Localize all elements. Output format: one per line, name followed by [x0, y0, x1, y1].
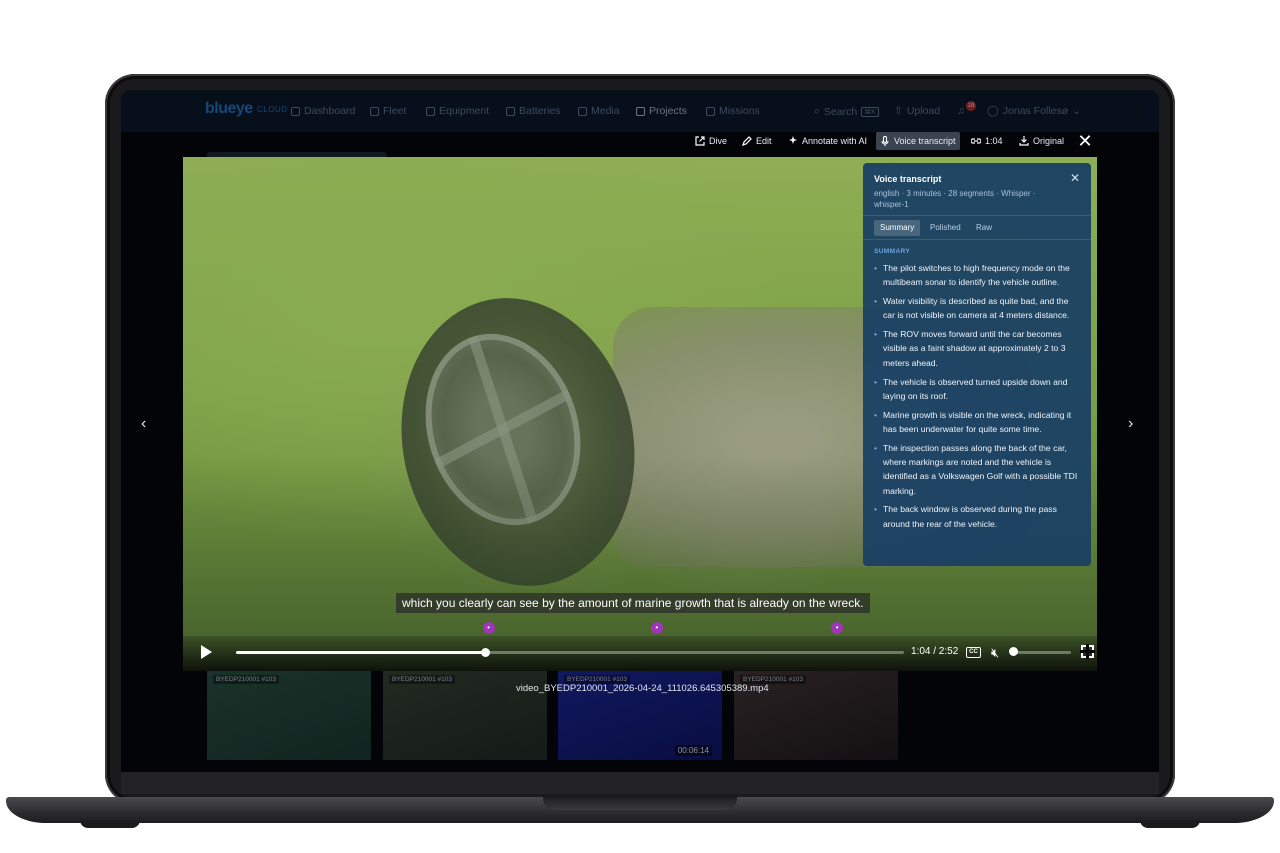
- nav-fleet[interactable]: Fleet: [370, 105, 406, 117]
- search-icon: ⌕: [814, 105, 820, 117]
- fleet-icon: [370, 106, 379, 116]
- laptop-foot-right: [1140, 820, 1200, 828]
- link-icon: [971, 138, 981, 144]
- notification-badge: 18: [966, 101, 976, 111]
- nav-equipment[interactable]: Equipment: [426, 105, 489, 117]
- external-link-icon: [695, 136, 705, 146]
- sparkles-icon: [789, 136, 797, 144]
- chevron-down-icon: ⌄: [1072, 105, 1081, 117]
- time-display: 1:04 / 2:52: [911, 646, 959, 657]
- annotate-ai-button[interactable]: Annotate with AI: [784, 132, 871, 150]
- timeline-marker-icon[interactable]: •: [650, 622, 663, 634]
- laptop-foot-left: [80, 820, 140, 828]
- nav-dashboard[interactable]: Dashboard: [291, 105, 355, 117]
- voice-transcript-panel: Voice transcript ✕ english · 3 minutes ·…: [863, 163, 1091, 566]
- user-icon: ◯: [987, 105, 999, 117]
- logo[interactable]: blueye: [205, 100, 253, 118]
- summary-list: The pilot switches to high frequency mod…: [874, 261, 1081, 536]
- voice-transcript-button[interactable]: Voice transcript: [876, 132, 960, 150]
- nav-batteries[interactable]: Batteries: [506, 105, 560, 117]
- download-icon: [1019, 136, 1029, 146]
- summary-item: The back window is observed during the p…: [874, 502, 1081, 531]
- nav-media[interactable]: Media: [578, 105, 620, 117]
- app-header: blueye CLOUD Dashboard Fleet Equipment B…: [121, 90, 1159, 132]
- summary-item: Marine growth is visible on the wreck, i…: [874, 408, 1081, 437]
- tab-raw[interactable]: Raw: [970, 220, 998, 236]
- media-icon: [578, 106, 587, 116]
- timeline-marker-icon[interactable]: •: [482, 622, 495, 634]
- volume-knob[interactable]: [1009, 647, 1018, 656]
- dive-button[interactable]: Dive: [691, 132, 731, 150]
- previous-arrow-icon[interactable]: ‹: [141, 415, 146, 433]
- thumbnail-label: BYEDP210001 #103: [389, 675, 455, 684]
- section-label: SUMMARY: [874, 248, 911, 255]
- nav-projects[interactable]: Projects: [636, 105, 687, 117]
- volume-slider[interactable]: [1013, 651, 1071, 654]
- battery-icon: [506, 106, 515, 116]
- panel-title: Voice transcript: [874, 174, 942, 184]
- progress-fill: [236, 651, 485, 654]
- divider: [863, 215, 1091, 216]
- video-subtitle: which you clearly can see by the amount …: [396, 593, 870, 613]
- equipment-icon: [426, 106, 435, 116]
- upload-button[interactable]: ⇧ Upload: [894, 105, 940, 117]
- video-filename: video_BYEDP210001_2026-04-24_111026.6453…: [516, 683, 769, 694]
- summary-item: The inspection passes along the back of …: [874, 441, 1081, 498]
- progress-knob[interactable]: [480, 648, 490, 657]
- thumbnail-duration: 00:06:14: [674, 745, 712, 756]
- summary-item: Water visibility is described as quite b…: [874, 294, 1081, 323]
- panel-meta: english · 3 minutes · 28 segments · Whis…: [874, 189, 1036, 209]
- thumbnail-label: BYEDP210001 #103: [213, 675, 279, 684]
- grid-icon: [291, 106, 300, 116]
- screen: blueye CLOUD Dashboard Fleet Equipment B…: [121, 90, 1159, 772]
- tab-polished[interactable]: Polished: [924, 220, 967, 236]
- logo-subtitle: CLOUD: [257, 105, 288, 114]
- cc-icon[interactable]: CC: [966, 647, 981, 658]
- nav-missions[interactable]: Missions: [706, 105, 760, 117]
- microphone-icon: [881, 136, 889, 146]
- projects-icon: [636, 106, 645, 116]
- notifications-button[interactable]: ♫: [957, 105, 965, 117]
- search-button[interactable]: ⌕ Search ⌘K: [814, 105, 879, 118]
- divider: [863, 239, 1091, 240]
- pencil-icon: [742, 136, 752, 146]
- bell-icon: ♫: [957, 105, 965, 117]
- copy-link-button[interactable]: 1:04: [967, 132, 1007, 150]
- play-icon[interactable]: [201, 645, 212, 659]
- muted-speaker-icon[interactable]: 🔇︎: [991, 645, 999, 661]
- video-controls: 1:04 / 2:52 CC 🔇︎: [183, 636, 1097, 671]
- close-icon: ✕: [1077, 131, 1093, 151]
- summary-item: The pilot switches to high frequency mod…: [874, 261, 1081, 290]
- summary-item: The ROV moves forward until the car beco…: [874, 327, 1081, 370]
- user-menu[interactable]: ◯ Jonas Follesø ⌄: [987, 105, 1081, 117]
- laptop-notch: [543, 797, 737, 810]
- missions-icon: [706, 106, 715, 116]
- panel-close-icon[interactable]: ✕: [1070, 171, 1080, 185]
- next-arrow-icon[interactable]: ›: [1128, 415, 1133, 433]
- laptop-chin: [121, 772, 1159, 794]
- thumbnail-1[interactable]: BYEDP210001 #103: [207, 671, 371, 760]
- edit-button[interactable]: Edit: [738, 132, 776, 150]
- fullscreen-icon[interactable]: [1080, 644, 1095, 659]
- upload-icon: ⇧: [894, 105, 903, 117]
- search-shortcut: ⌘K: [861, 106, 879, 117]
- original-download-button[interactable]: Original: [1015, 132, 1068, 150]
- progress-bar[interactable]: [236, 648, 904, 657]
- tab-summary[interactable]: Summary: [874, 220, 921, 236]
- close-viewer-button[interactable]: ✕: [1076, 132, 1094, 150]
- summary-item: The vehicle is observed turned upside do…: [874, 375, 1081, 404]
